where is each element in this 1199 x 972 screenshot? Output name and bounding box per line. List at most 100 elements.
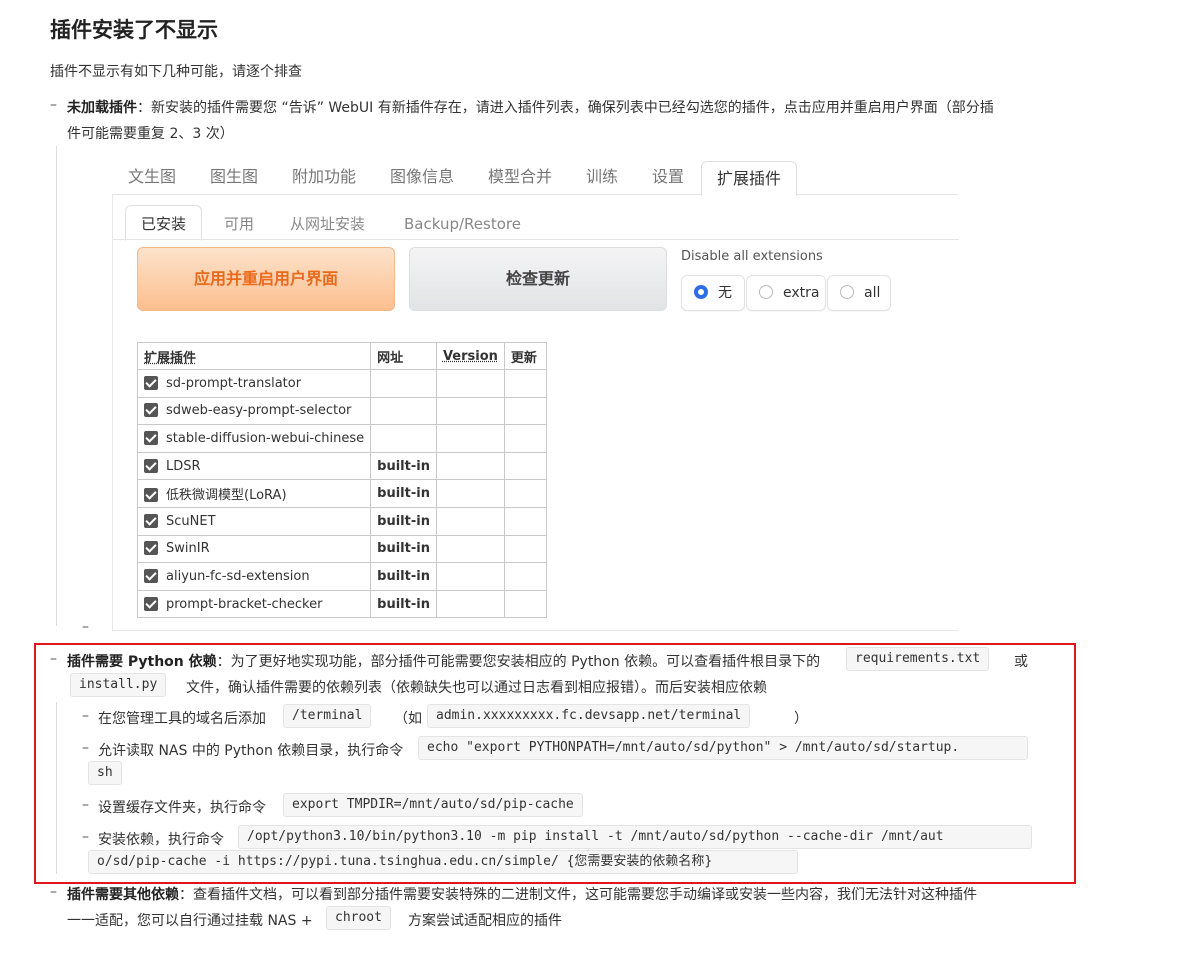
checkbox-checked-icon[interactable]	[144, 458, 158, 473]
item2-bold: 插件需要 Python 依赖	[67, 654, 217, 670]
extension-version-cell	[435, 506, 505, 536]
page-title: 插件安装了不显示	[50, 18, 218, 42]
extension-version-cell	[435, 479, 505, 508]
extension-name: SwinIR	[166, 541, 210, 557]
bullet-dash: –	[50, 651, 57, 667]
sub2-text: 允许读取 NAS 中的 Python 依赖目录，执行命令	[98, 743, 404, 759]
table-row: stable-diffusion-webui-chinese	[136, 424, 547, 453]
extension-name: stable-diffusion-webui-chinese	[166, 430, 365, 446]
table-row: LDSR built-in	[136, 451, 547, 481]
sub-bullet-dash: –	[82, 797, 89, 813]
extension-url-cell: built-in	[370, 479, 437, 508]
item1-bold: 未加载插件	[67, 100, 137, 116]
disable-extensions-label: Disable all extensions	[681, 249, 823, 264]
tab-train[interactable]: 训练	[586, 158, 618, 194]
extension-name: prompt-bracket-checker	[166, 596, 323, 612]
col-header-url: 网址	[370, 342, 437, 370]
sub-bullet-dash: –	[82, 740, 89, 756]
tab-image-info[interactable]: 图像信息	[390, 158, 454, 194]
extension-version-cell	[435, 451, 505, 481]
extension-url-cell	[370, 424, 437, 453]
bullet-dash: –	[50, 97, 57, 113]
extension-name: LDSR	[166, 458, 201, 474]
radio-extra[interactable]: extra	[746, 275, 826, 311]
sub1-paren-open: （如	[394, 711, 422, 727]
pythonpath-code: echo "export PYTHONPATH=/mnt/auto/sd/pyt…	[418, 736, 1028, 760]
item3-text2-a: 一一适配，您可以自行通过挂载 NAS +	[67, 913, 313, 929]
radio-checked-icon	[694, 285, 708, 299]
tab-settings[interactable]: 设置	[652, 158, 684, 194]
checkbox-checked-icon[interactable]	[144, 541, 158, 556]
extension-url-cell: built-in	[370, 589, 437, 619]
subtab-backup-restore[interactable]: Backup/Restore	[404, 206, 521, 240]
extension-url-cell: built-in	[370, 506, 437, 536]
tab-extensions[interactable]: 扩展插件	[701, 161, 798, 196]
item2-or: 或	[1014, 654, 1028, 670]
pip-install-code-cont: o/sd/pip-cache -i https://pypi.tuna.tsin…	[88, 850, 798, 874]
table-row: aliyun-fc-sd-extension built-in	[136, 562, 547, 591]
col-header-extension: 扩展插件	[136, 342, 372, 370]
webui-top-tabs: 文生图 图生图 附加功能 图像信息 模型合并 训练 设置 扩展插件	[112, 158, 958, 196]
sub-bullet-dash: –	[82, 708, 89, 724]
checkbox-checked-icon[interactable]	[144, 568, 158, 583]
table-row: sdweb-easy-prompt-selector	[136, 396, 547, 426]
chroot-code: chroot	[326, 906, 391, 930]
radio-unchecked-icon	[840, 285, 854, 299]
extension-version-cell	[435, 562, 505, 591]
terminal-url-code: admin.xxxxxxxxx.fc.devsapp.net/terminal	[427, 704, 751, 728]
nested-guide-line	[56, 702, 57, 874]
pythonpath-code-cont: sh	[88, 761, 122, 785]
extensions-table: 扩展插件 网址 Version 更新 sd-prompt-translator s…	[136, 342, 547, 619]
extension-name: 低秩微调模型(LoRA)	[166, 488, 287, 504]
extension-url-cell	[370, 396, 437, 426]
item2-text2: 文件，确认插件需要的依赖列表（依赖缺失也可以通过日志看到相应报错）。而后安装相应…	[186, 680, 767, 696]
extension-version-cell	[435, 589, 505, 619]
check-updates-button[interactable]: 检查更新	[409, 247, 667, 311]
tab-model-merge[interactable]: 模型合并	[488, 158, 552, 194]
extension-url-cell: built-in	[370, 451, 437, 481]
extension-name-cell: SwinIR	[136, 534, 372, 564]
pip-install-code: /opt/python3.10/bin/python3.10 -m pip in…	[238, 825, 1032, 849]
tab-extras[interactable]: 附加功能	[292, 158, 356, 194]
extension-name-cell: LDSR	[136, 451, 372, 481]
extension-name: aliyun-fc-sd-extension	[166, 568, 310, 584]
apply-restart-button[interactable]: 应用并重启用户界面	[137, 247, 395, 311]
terminal-code: /terminal	[283, 704, 372, 728]
extension-name: sdweb-easy-prompt-selector	[166, 403, 352, 419]
radio-all[interactable]: all	[827, 275, 891, 311]
checkbox-checked-icon[interactable]	[144, 513, 158, 528]
requirements-code: requirements.txt	[846, 647, 990, 671]
sub3-text: 设置缓存文件夹，执行命令	[98, 800, 266, 816]
subtab-installed[interactable]: 已安装	[125, 205, 203, 241]
item1-line: 未加载插件：新安装的插件需要您 “告诉” WebUI 有新插件存在，请进入插件列…	[67, 97, 994, 117]
subtab-available[interactable]: 可用	[224, 206, 254, 240]
extension-update-cell	[503, 479, 547, 508]
sub1-paren-close: ）	[794, 711, 808, 727]
extension-version-cell	[435, 424, 505, 453]
table-row: prompt-bracket-checker built-in	[136, 589, 547, 619]
checkbox-checked-icon[interactable]	[144, 375, 158, 390]
item1-text2: 件可能需要重复 2、3 次）	[67, 126, 234, 142]
tab-img2img[interactable]: 图生图	[210, 158, 258, 194]
extension-name-cell: ScuNET	[136, 506, 372, 536]
radio-unchecked-icon	[759, 285, 773, 299]
checkbox-checked-icon[interactable]	[144, 403, 158, 418]
extension-name: ScuNET	[166, 513, 216, 529]
extension-version-cell	[435, 396, 505, 426]
extension-update-cell	[503, 451, 547, 481]
col-header-update: 更新	[503, 342, 547, 370]
sub-bullet-dash: –	[82, 829, 89, 845]
radio-none[interactable]: 无	[681, 275, 745, 311]
checkbox-checked-icon[interactable]	[144, 488, 158, 503]
subtab-install-from-url[interactable]: 从网址安装	[290, 206, 365, 240]
extension-update-cell	[503, 424, 547, 453]
extension-update-cell	[503, 589, 547, 619]
tab-txt2img[interactable]: 文生图	[128, 158, 176, 194]
checkbox-checked-icon[interactable]	[144, 596, 158, 611]
checkbox-checked-icon[interactable]	[144, 430, 158, 445]
install-py-code: install.py	[70, 673, 167, 697]
intro-text: 插件不显示有如下几种可能，请逐个排查	[50, 64, 302, 80]
bullet-dash: –	[50, 884, 57, 900]
tmpdir-code: export TMPDIR=/mnt/auto/sd/pip-cache	[283, 793, 583, 817]
empty-sub-bullet: –	[82, 619, 89, 635]
